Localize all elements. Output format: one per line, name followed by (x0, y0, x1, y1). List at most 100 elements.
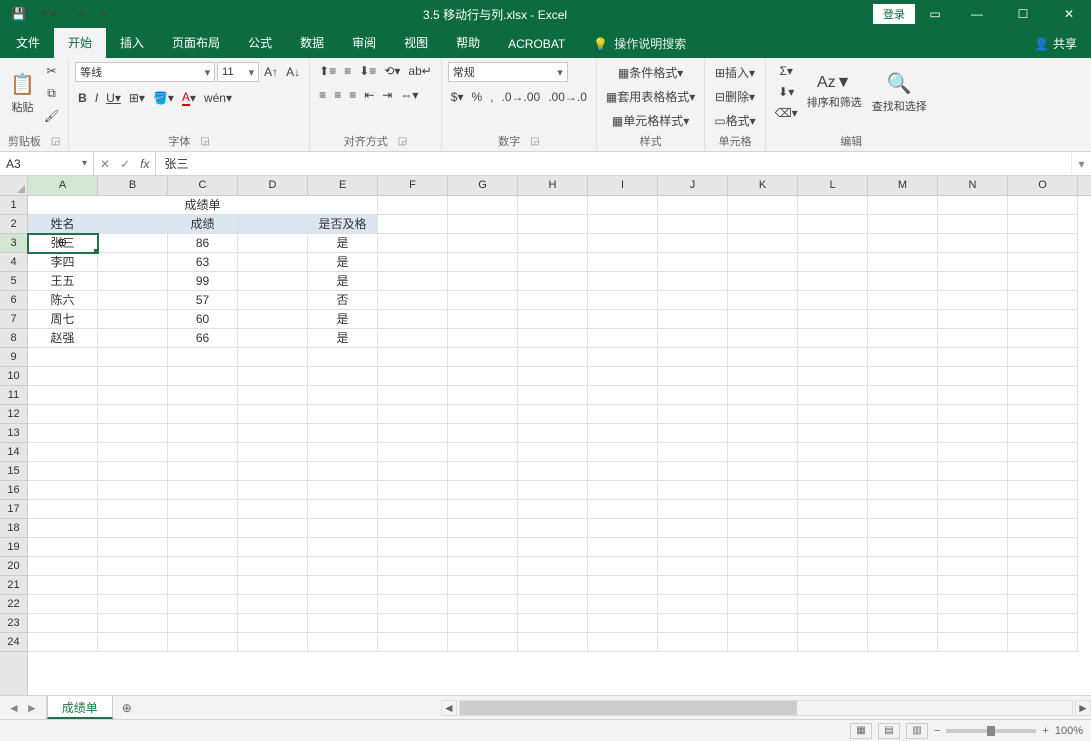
cell[interactable] (98, 310, 168, 329)
sheet-tab-1[interactable]: 成绩单 (47, 696, 113, 719)
col-header[interactable]: D (238, 176, 308, 195)
cell[interactable] (1008, 348, 1078, 367)
minimize-button[interactable]: — (955, 0, 999, 28)
zoom-knob[interactable] (987, 726, 995, 736)
tab-insert[interactable]: 插入 (106, 28, 158, 58)
name-box[interactable]: A3 ▾ (0, 152, 94, 175)
cell[interactable]: 成绩 (168, 215, 238, 234)
col-header[interactable]: I (588, 176, 658, 195)
tab-layout[interactable]: 页面布局 (158, 28, 234, 58)
cell[interactable] (168, 557, 238, 576)
cell[interactable] (868, 310, 938, 329)
cell[interactable] (728, 234, 798, 253)
cell[interactable] (728, 272, 798, 291)
cell[interactable] (798, 500, 868, 519)
currency-icon[interactable]: $▾ (448, 88, 467, 106)
cell[interactable] (728, 253, 798, 272)
cell[interactable] (378, 253, 448, 272)
cell[interactable] (868, 500, 938, 519)
cell[interactable] (518, 443, 588, 462)
cell[interactable] (238, 405, 308, 424)
cell[interactable] (448, 500, 518, 519)
cell[interactable]: 是 (308, 234, 378, 253)
increase-indent-icon[interactable]: ⇥ (379, 86, 395, 104)
number-format-select[interactable]: 常规▾ (448, 62, 568, 82)
table-format-button[interactable]: ▦ 套用表格格式 ▾ (603, 86, 698, 107)
cell[interactable] (658, 367, 728, 386)
cell[interactable] (658, 405, 728, 424)
zoom-slider[interactable] (946, 729, 1036, 733)
row-header[interactable]: 6 (0, 291, 27, 310)
cell[interactable] (868, 196, 938, 215)
increase-decimal-icon[interactable]: .0→.00 (499, 88, 544, 106)
cell[interactable] (728, 462, 798, 481)
cell[interactable] (98, 253, 168, 272)
cell[interactable] (798, 519, 868, 538)
cell[interactable] (728, 538, 798, 557)
redo-icon[interactable]: ↷▾ (67, 5, 89, 23)
cell[interactable] (308, 367, 378, 386)
zoom-in-icon[interactable]: + (1042, 725, 1048, 737)
cell[interactable] (168, 462, 238, 481)
cell[interactable] (518, 196, 588, 215)
cell[interactable] (1008, 329, 1078, 348)
cell[interactable] (448, 462, 518, 481)
cell[interactable] (238, 538, 308, 557)
cell[interactable] (938, 462, 1008, 481)
cell[interactable] (1008, 367, 1078, 386)
tab-file[interactable]: 文件 (2, 28, 54, 58)
cell[interactable] (98, 519, 168, 538)
cell[interactable] (588, 329, 658, 348)
cell[interactable] (798, 481, 868, 500)
cell[interactable] (1008, 310, 1078, 329)
row-header[interactable]: 11 (0, 386, 27, 405)
add-sheet-icon[interactable]: ⊕ (113, 696, 141, 719)
cell[interactable] (798, 215, 868, 234)
cell[interactable] (728, 405, 798, 424)
cell[interactable] (588, 519, 658, 538)
cell[interactable]: 99 (168, 272, 238, 291)
cell[interactable] (518, 614, 588, 633)
cell[interactable] (728, 633, 798, 652)
save-icon[interactable]: 💾 (8, 5, 29, 23)
sheet-next-icon[interactable]: ► (26, 701, 38, 715)
cell[interactable] (168, 367, 238, 386)
percent-icon[interactable]: % (469, 88, 486, 106)
cell[interactable] (448, 538, 518, 557)
tell-me-search[interactable]: 💡 操作说明搜索 (579, 29, 700, 58)
cell[interactable] (658, 443, 728, 462)
sheet-prev-icon[interactable]: ◄ (8, 701, 20, 715)
row-header[interactable]: 2 (0, 215, 27, 234)
cell[interactable] (98, 386, 168, 405)
cell[interactable] (1008, 272, 1078, 291)
hscroll-thumb[interactable] (460, 701, 797, 715)
italic-button[interactable]: I (92, 89, 101, 107)
cell[interactable] (868, 538, 938, 557)
cell[interactable] (868, 462, 938, 481)
zoom-out-icon[interactable]: − (934, 725, 940, 737)
cell[interactable] (658, 215, 728, 234)
cell[interactable] (1008, 538, 1078, 557)
cell[interactable] (588, 348, 658, 367)
cell[interactable] (28, 633, 98, 652)
cell[interactable] (168, 481, 238, 500)
row-header[interactable]: 13 (0, 424, 27, 443)
row-header[interactable]: 5 (0, 272, 27, 291)
cell[interactable]: 成绩单 (28, 196, 378, 215)
cell[interactable] (28, 386, 98, 405)
cell[interactable] (448, 424, 518, 443)
cell[interactable] (448, 291, 518, 310)
fill-icon[interactable]: ⬇▾ (772, 83, 801, 101)
copy-icon[interactable]: ⧉ (41, 84, 62, 103)
cell[interactable] (588, 462, 658, 481)
cell[interactable] (588, 196, 658, 215)
cell[interactable] (728, 310, 798, 329)
cell[interactable] (448, 386, 518, 405)
cell[interactable] (658, 291, 728, 310)
cell[interactable] (28, 519, 98, 538)
cell-styles-button[interactable]: ▦ 单元格样式 ▾ (603, 110, 698, 131)
cell[interactable] (28, 538, 98, 557)
cell[interactable] (868, 291, 938, 310)
cell[interactable] (868, 519, 938, 538)
cell[interactable] (728, 329, 798, 348)
